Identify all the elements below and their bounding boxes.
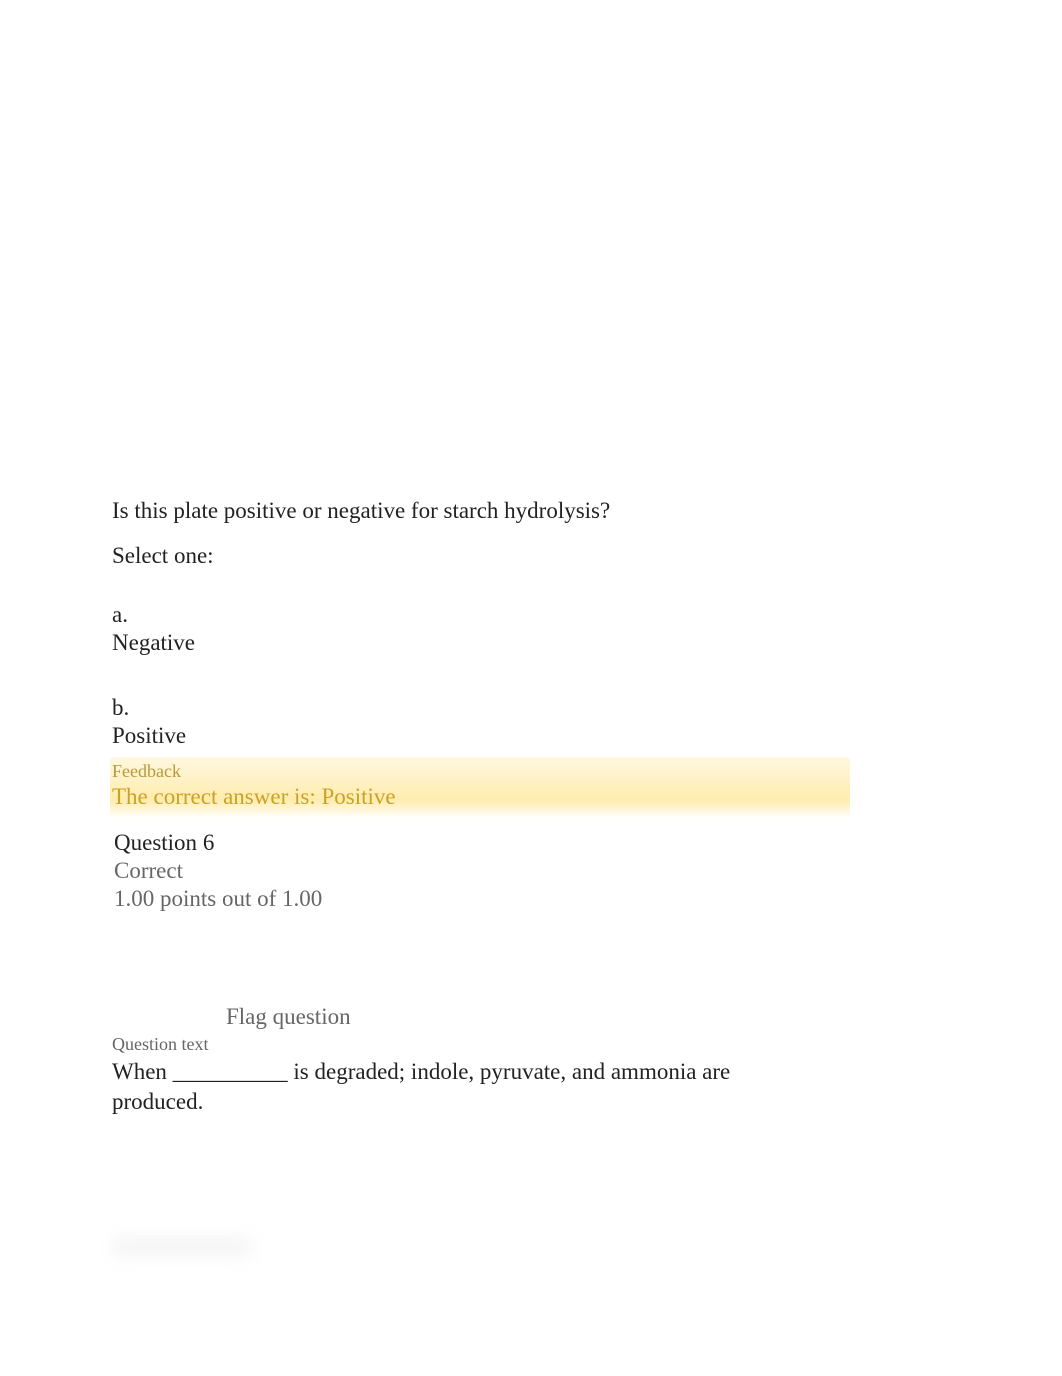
blurred-content [112,1237,252,1257]
question-5-prompt: Is this plate positive or negative for s… [112,495,810,527]
radio-icon[interactable] [112,573,128,589]
radio-icon[interactable] [112,666,128,682]
points-label: 1.00 points out of 1.00 [114,886,810,912]
option-a[interactable]: a. Negative [112,571,810,656]
flag-question-link[interactable]: Flag question [226,1004,810,1030]
option-label-text: Negative [112,630,810,656]
option-letter: a. [112,602,810,628]
option-label-text: Positive [112,723,810,749]
question-text-heading: Question text [112,1034,810,1055]
correct-answer: The correct answer is: Positive [110,784,850,810]
option-letter: b. [112,695,810,721]
feedback-label: Feedback [110,761,850,782]
question-number-value: 6 [203,830,215,855]
question-6-header: Question 6 [114,830,810,856]
question-6-prompt: When __________ is degraded; indole, pyr… [112,1057,732,1117]
question-number-prefix: Question [114,830,203,855]
select-one-label: Select one: [112,543,810,569]
feedback-box: Feedback The correct answer is: Positive [110,757,850,818]
status-label: Correct [114,858,810,884]
option-b[interactable]: b. Positive [112,664,810,749]
